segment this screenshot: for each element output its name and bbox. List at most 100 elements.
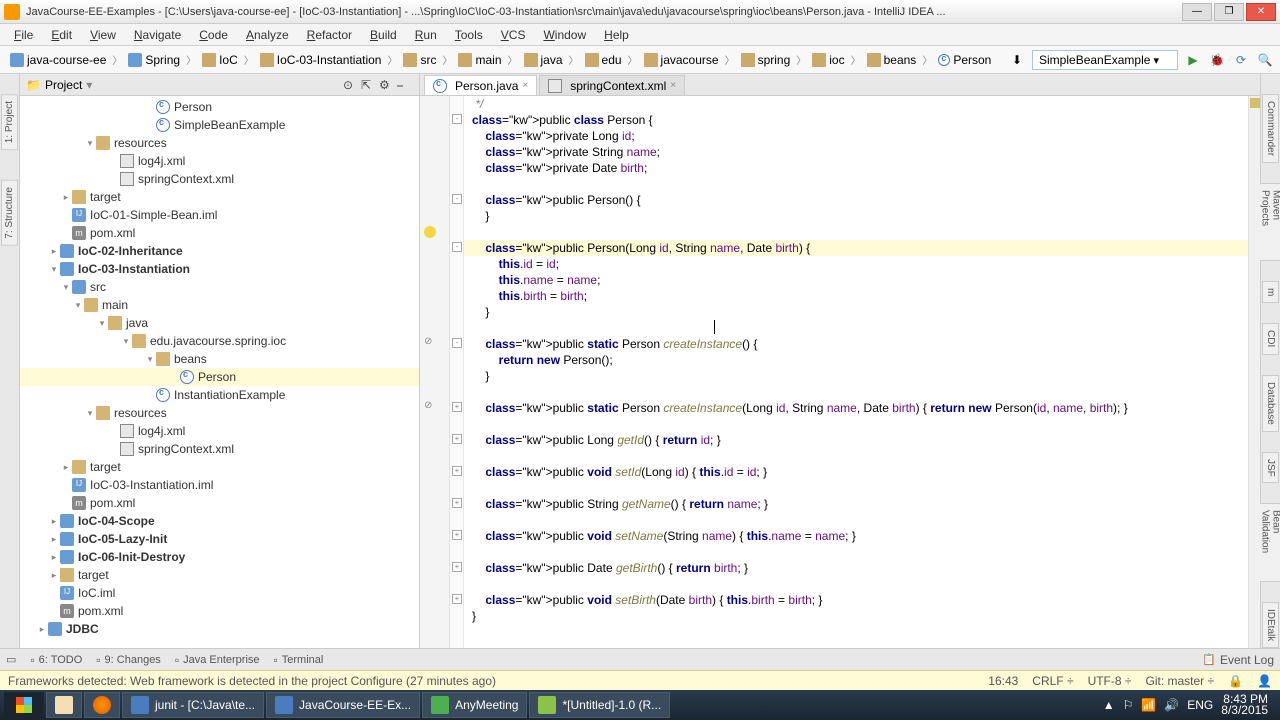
editor-tab[interactable]: Person.java× (424, 75, 537, 95)
fold-toggle-icon[interactable]: + (452, 434, 462, 444)
tree-row[interactable]: ▾IoC-03-Instantiation (20, 260, 419, 278)
status-git[interactable]: Git: master ÷ (1145, 674, 1214, 688)
menu-file[interactable]: File (6, 26, 41, 44)
menu-run[interactable]: Run (407, 26, 445, 44)
intention-bulb-icon[interactable] (424, 226, 436, 238)
menu-edit[interactable]: Edit (43, 26, 80, 44)
menu-vcs[interactable]: VCS (493, 26, 534, 44)
tree-row[interactable]: springContext.xml (20, 170, 419, 188)
close-tab-icon[interactable]: × (670, 80, 676, 91)
tree-toggle-icon[interactable]: ▸ (48, 246, 60, 257)
tree-row[interactable]: ▾beans (20, 350, 419, 368)
breadcrumb-item[interactable]: java (520, 51, 567, 69)
tree-toggle-icon[interactable]: ▸ (48, 552, 60, 563)
fold-toggle-icon[interactable]: - (452, 194, 462, 204)
fold-toggle-icon[interactable]: + (452, 402, 462, 412)
tree-toggle-icon[interactable]: ▾ (48, 264, 60, 275)
fold-toggle-icon[interactable]: - (452, 114, 462, 124)
tree-row[interactable]: SimpleBeanExample (20, 116, 419, 134)
status-encoding[interactable]: UTF-8 ÷ (1088, 674, 1132, 688)
hide-icon[interactable]: ⎯ (397, 78, 411, 92)
vcs-icon[interactable]: ⟳ (1232, 51, 1250, 69)
tree-toggle-icon[interactable]: ▸ (60, 192, 72, 203)
tree-toggle-icon[interactable]: ▸ (60, 462, 72, 473)
menu-view[interactable]: View (82, 26, 124, 44)
tool-tab-jsf[interactable]: JSF (1262, 452, 1279, 484)
tool-tab-maven-projects[interactable]: Maven Projects (1257, 183, 1280, 261)
tree-row[interactable]: IJIoC-03-Instantiation.iml (20, 476, 419, 494)
editor-tab[interactable]: springContext.xml× (539, 75, 685, 95)
taskbar-item[interactable] (84, 692, 120, 718)
tree-toggle-icon[interactable]: ▾ (96, 318, 108, 329)
taskbar-item[interactable]: JavaCourse-EE-Ex... (266, 692, 420, 718)
close-button[interactable]: ✕ (1246, 3, 1276, 21)
tool-terminal[interactable]: ▫ Terminal (274, 653, 324, 667)
start-button[interactable] (4, 692, 44, 718)
tree-row[interactable]: ▸IoC-05-Lazy-Init (20, 530, 419, 548)
tree-row[interactable]: ▾resources (20, 134, 419, 152)
tree-toggle-icon[interactable]: ▸ (48, 570, 60, 581)
tray-flag-icon[interactable]: ⚐ (1123, 698, 1134, 712)
maximize-button[interactable]: ❐ (1214, 3, 1244, 21)
fold-toggle-icon[interactable]: + (452, 498, 462, 508)
run-icon[interactable]: ▶ (1184, 51, 1202, 69)
code-editor[interactable]: */class="kw">public class Person { class… (464, 96, 1248, 648)
project-tree[interactable]: PersonSimpleBeanExample▾resourceslog4j.x… (20, 96, 419, 648)
breadcrumb-item[interactable]: edu (581, 51, 626, 69)
tool-tab-m[interactable]: m (1262, 281, 1279, 303)
locate-icon[interactable]: ⊙ (343, 78, 357, 92)
status-line-ending[interactable]: CRLF ÷ (1032, 674, 1073, 688)
tree-row[interactable]: mpom.xml (20, 602, 419, 620)
menu-help[interactable]: Help (596, 26, 637, 44)
tree-row[interactable]: Person (20, 368, 419, 386)
breadcrumb-item[interactable]: Person (934, 51, 995, 69)
tree-row[interactable]: IJIoC.iml (20, 584, 419, 602)
tree-row[interactable]: springContext.xml (20, 440, 419, 458)
tree-row[interactable]: mpom.xml (20, 224, 419, 242)
fold-toggle-icon[interactable]: - (452, 338, 462, 348)
tray-volume-icon[interactable]: 🔊 (1164, 698, 1179, 712)
tool-tab----structure[interactable]: 7: Structure (1, 180, 18, 246)
tree-row[interactable]: ▸target (20, 188, 419, 206)
tool-java-enterprise[interactable]: ▫ Java Enterprise (175, 653, 260, 667)
tree-row[interactable]: ▾edu.javacourse.spring.ioc (20, 332, 419, 350)
hector-icon[interactable]: 👤 (1257, 674, 1272, 688)
menu-code[interactable]: Code (191, 26, 236, 44)
taskbar-item[interactable]: AnyMeeting (422, 692, 527, 718)
menu-refactor[interactable]: Refactor (299, 26, 360, 44)
tool-tab-cdi[interactable]: CDI (1262, 323, 1279, 354)
tree-row[interactable]: ▾src (20, 278, 419, 296)
breadcrumb-item[interactable]: beans (863, 51, 921, 69)
tree-toggle-icon[interactable]: ▸ (48, 534, 60, 545)
tool-tab----project[interactable]: 1: Project (1, 94, 18, 150)
tree-toggle-icon[interactable]: ▾ (120, 336, 132, 347)
system-tray[interactable]: ▲ ⚐ 📶 🔊 ENG 8:43 PM 8/3/2015 (1103, 694, 1276, 716)
taskbar-item[interactable]: junit - [C:\Java\te... (122, 692, 264, 718)
tree-row[interactable]: ▸IoC-06-Init-Destroy (20, 548, 419, 566)
menu-window[interactable]: Window (535, 26, 594, 44)
minimize-button[interactable]: — (1182, 3, 1212, 21)
breadcrumb-item[interactable]: ioc (808, 51, 848, 69)
breadcrumb-item[interactable]: src (399, 51, 440, 69)
breadcrumb-item[interactable]: spring (737, 51, 795, 69)
project-view-icon[interactable]: 📁 (26, 78, 41, 92)
lock-icon[interactable]: 🔒 (1228, 674, 1243, 688)
fold-toggle-icon[interactable]: + (452, 594, 462, 604)
tree-row[interactable]: InstantiationExample (20, 386, 419, 404)
search-icon[interactable]: 🔍 (1256, 51, 1274, 69)
tool----todo[interactable]: ▫ 6: TODO (30, 653, 82, 667)
tool-tab-bean-validation[interactable]: Bean Validation (1257, 503, 1280, 581)
tree-row[interactable]: ▸IoC-04-Scope (20, 512, 419, 530)
tree-row[interactable]: ▸target (20, 566, 419, 584)
gear-icon[interactable]: ⚙ (379, 78, 393, 92)
tree-row[interactable]: mpom.xml (20, 494, 419, 512)
fold-toggle-icon[interactable]: + (452, 562, 462, 572)
tree-row[interactable]: ▾main (20, 296, 419, 314)
tree-toggle-icon[interactable]: ▾ (60, 282, 72, 293)
breadcrumb-item[interactable]: IoC-03-Instantiation (256, 51, 386, 69)
tree-toggle-icon[interactable]: ▸ (36, 624, 48, 635)
taskbar-item[interactable] (46, 692, 82, 718)
tree-toggle-icon[interactable]: ▸ (48, 516, 60, 527)
tree-row[interactable]: log4j.xml (20, 422, 419, 440)
tree-row[interactable]: log4j.xml (20, 152, 419, 170)
